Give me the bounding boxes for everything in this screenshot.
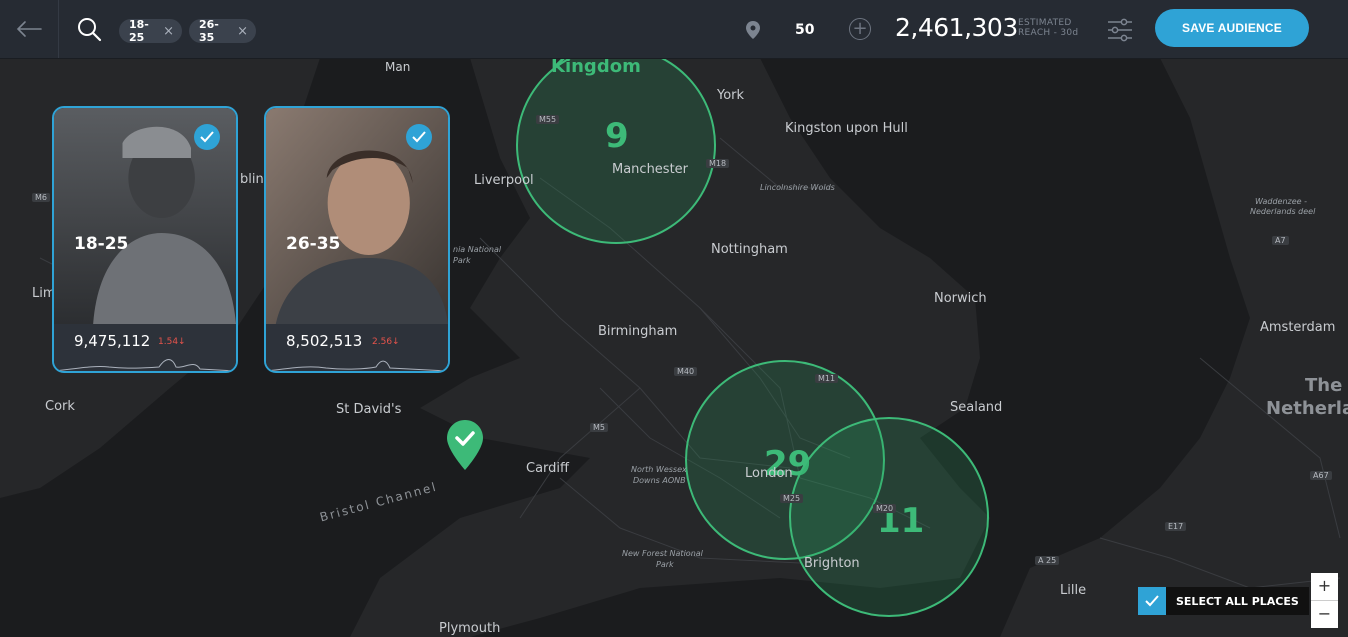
chip-label: 26-35 (199, 18, 219, 44)
map-label: M40 (674, 367, 698, 376)
map-pin-icon (746, 21, 760, 39)
map-label: Cork (45, 399, 75, 414)
map-label: Nederlands deel (1250, 207, 1316, 216)
audience-count: 8,502,513 (286, 332, 363, 350)
select-all-label: SELECT ALL PLACES (1166, 587, 1309, 615)
audience-sparkline (54, 359, 236, 371)
map-label: Lille (1060, 583, 1087, 598)
map-label: London (745, 466, 793, 481)
map-label: York (717, 88, 745, 103)
zoom-out-button[interactable]: − (1311, 600, 1338, 628)
audience-age-label: 26-35 (286, 234, 341, 254)
map-label: E17 (1165, 522, 1187, 531)
map-label: Downs AONB (633, 476, 686, 485)
radius-value: 50 (795, 22, 815, 38)
map-label: Brighton (804, 556, 860, 571)
arrow-left-icon (16, 21, 42, 37)
cluster-circle-kent[interactable]: 11 (789, 417, 989, 617)
back-button[interactable] (0, 0, 59, 58)
search-icon[interactable] (76, 16, 102, 42)
selected-check-icon[interactable] (194, 124, 220, 150)
filter-chip-26-35[interactable]: 26-35 × (189, 18, 256, 44)
map-label: Amsterdam (1260, 320, 1336, 335)
map-label: Liverpool (474, 173, 534, 188)
map-label: Birmingham (598, 324, 678, 339)
audience-change: 2.56↓ (372, 337, 400, 347)
map-label: Sealand (950, 400, 1003, 415)
map-label: Nottingham (711, 242, 788, 257)
map-label: Netherlan (1266, 398, 1348, 419)
selected-check-icon[interactable] (406, 124, 432, 150)
map-label: St David's (336, 402, 402, 417)
chip-remove-icon[interactable]: × (163, 24, 174, 39)
map-label: M6 (32, 193, 50, 202)
map-label: A 25 (1035, 556, 1060, 565)
map-label: Manchester (612, 162, 689, 177)
map-label: M20 (873, 504, 897, 513)
estimated-reach-value: 2,461,303 (895, 13, 1018, 42)
chip-label: 18-25 (129, 18, 149, 44)
map-label: M55 (536, 115, 560, 124)
save-audience-button[interactable]: SAVE AUDIENCE (1155, 9, 1309, 47)
map-label: A67 (1310, 471, 1332, 480)
map-label: M11 (815, 374, 839, 383)
audience-count: 9,475,112 (74, 332, 151, 350)
filters-sliders-icon[interactable] (1107, 17, 1133, 43)
audience-card-26-35[interactable]: 26-35 8,502,513 2.56↓ (264, 106, 450, 373)
checkbox-check-icon[interactable] (1138, 587, 1166, 615)
add-location-plus-icon[interactable]: + (849, 18, 871, 40)
map-label: A7 (1272, 236, 1289, 245)
location-pin-icon[interactable] (447, 420, 483, 470)
map-label: Plymouth (439, 621, 501, 636)
zoom-in-button[interactable]: + (1311, 573, 1338, 600)
audience-change: 1.54↓ (158, 337, 186, 347)
audience-sparkline (266, 360, 448, 371)
map-label: blin (240, 172, 264, 187)
top-bar: 18-25 × 26-35 × 50 + 2,461,303 ESTIMATED… (0, 0, 1348, 59)
map-label: Waddenzee - (1255, 197, 1307, 206)
estimated-reach-label: ESTIMATED REACH - 30d (1018, 18, 1079, 38)
map-label: M25 (780, 494, 804, 503)
map-label: North Wessex (631, 465, 687, 474)
map-label: Kingston upon Hull (785, 121, 908, 136)
map-label: M18 (706, 159, 730, 168)
map-label: The (1305, 375, 1343, 396)
map-label: Park (453, 256, 471, 265)
map-label: nia National (453, 245, 502, 254)
map-label: Kingdom (551, 58, 641, 77)
map-label: Park (656, 560, 674, 569)
select-all-places-toggle[interactable]: SELECT ALL PLACES (1138, 587, 1309, 615)
chip-remove-icon[interactable]: × (237, 24, 248, 39)
map-label: Cardiff (526, 461, 569, 476)
map-label: M5 (590, 423, 608, 432)
map-label: New Forest National (622, 549, 703, 558)
map-label: Norwich (934, 291, 987, 306)
filter-chip-18-25[interactable]: 18-25 × (119, 18, 182, 44)
map-label: Man (385, 60, 411, 74)
map-label: Lincolnshire Wolds (760, 183, 835, 192)
audience-age-label: 18-25 (74, 234, 129, 254)
cluster-count: 9 (605, 116, 629, 156)
audience-card-18-25[interactable]: 18-25 9,475,112 1.54↓ (52, 106, 238, 373)
